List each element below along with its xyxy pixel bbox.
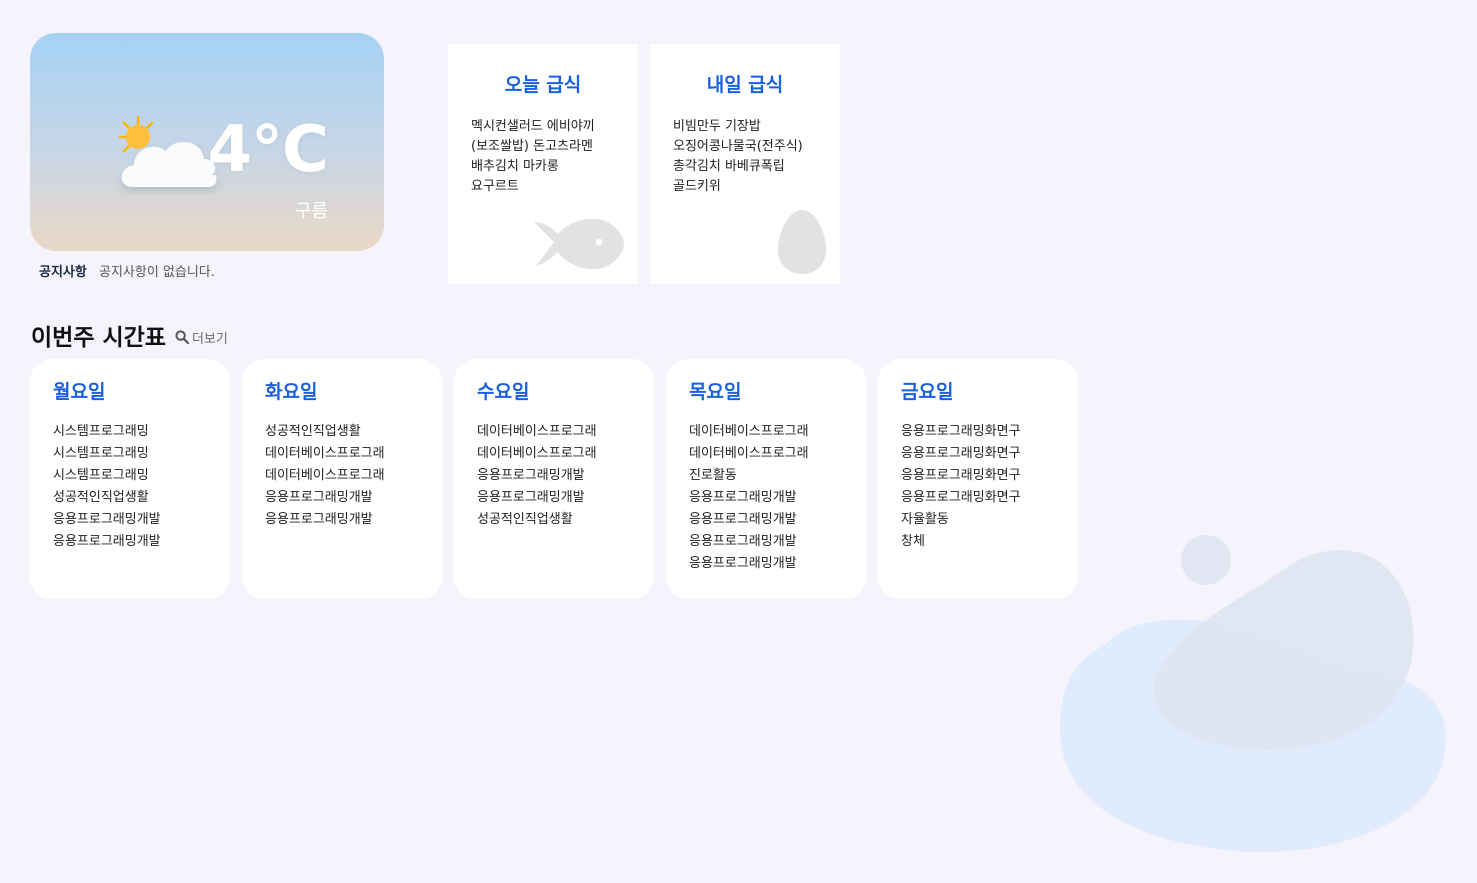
subject-item: 창체 [901,534,925,549]
search-icon [175,330,189,344]
subject-item: 성공적인직업생활 [477,512,573,527]
meal-item: 골드키위 [673,179,721,194]
subject-item: 데이터베이스프로그래 [477,446,597,461]
day-title: 수요일 [477,381,530,403]
timetable-header: 이번주 시간표 더보기 [31,318,228,352]
subject-item: 응용프로그래밍개발 [689,556,797,571]
subject-item: 응용프로그래밍화면구 [901,468,1021,483]
subject-item: 응용프로그래밍개발 [689,534,797,549]
timetable-day-thursday: 목요일 데이터베이스프로그래 데이터베이스프로그래 진로활동 응용프로그래밍개발… [666,359,866,599]
subject-item: 응용프로그래밍화면구 [901,446,1021,461]
meal-card-tomorrow: 내일 급식 비빔만두 기장밥 오징어콩나물국(전주식) 총각김치 바베큐폭립 골… [650,44,840,284]
subject-item: 데이터베이스프로그래 [477,424,597,439]
subject-item: 응용프로그래밍개발 [53,512,161,527]
timetable-day-monday: 월요일 시스템프로그래밍 시스템프로그래밍 시스템프로그래밍 성공적인직업생활 … [30,359,230,599]
background-blob-decoration [1060,535,1446,853]
meal-item: 오징어콩나물국(전주식) [673,139,803,154]
timetable-title: 이번주 시간표 [31,325,166,351]
meal-menu-list: 멕시컨샐러드 에비야끼 (보조쌀밥) 돈고츠라멘 배추김치 마카롱 요구르트 [471,117,638,197]
subject-item: 성공적인직업생활 [265,424,361,439]
subject-item: 응용프로그래밍개발 [265,490,373,505]
subject-item: 성공적인직업생활 [53,490,149,505]
meal-title: 오늘 급식 [504,74,582,96]
subject-item: 진로활동 [689,468,737,483]
subject-item: 시스템프로그래밍 [53,424,149,439]
notice-text: 공지사항이 없습니다. [98,265,215,280]
more-link[interactable]: 더보기 [175,328,228,347]
subject-item: 시스템프로그래밍 [53,468,149,483]
subject-item: 데이터베이스프로그래 [265,468,385,483]
dashboard-page: 4°C 구름 공지사항 공지사항이 없습니다. 오늘 급식 멕시컨샐러드 에비야… [0,0,1477,883]
timetable-day-friday: 금요일 응용프로그래밍화면구 응용프로그래밍화면구 응용프로그래밍화면구 응용프… [878,359,1078,599]
subject-list: 시스템프로그래밍 시스템프로그래밍 시스템프로그래밍 성공적인직업생활 응용프로… [53,421,230,553]
day-title: 목요일 [689,381,742,403]
subject-item: 데이터베이스프로그래 [689,446,809,461]
more-link-label: 더보기 [191,331,228,347]
subject-item: 시스템프로그래밍 [53,446,149,461]
subject-item: 응용프로그래밍개발 [265,512,373,527]
timetable-day-wednesday: 수요일 데이터베이스프로그래 데이터베이스프로그래 응용프로그래밍개발 응용프로… [454,359,654,599]
notice-bar: 공지사항 공지사항이 없습니다. [39,261,215,280]
day-title: 화요일 [265,381,318,403]
subject-item: 데이터베이스프로그래 [689,424,809,439]
egg-icon [778,210,826,274]
subject-item: 데이터베이스프로그래 [265,446,385,461]
subject-list: 응용프로그래밍화면구 응용프로그래밍화면구 응용프로그래밍화면구 응용프로그래밍… [901,421,1078,553]
day-title: 금요일 [901,381,954,403]
fish-icon [534,218,624,270]
subject-item: 응용프로그래밍화면구 [901,424,1021,439]
subject-list: 성공적인직업생활 데이터베이스프로그래 데이터베이스프로그래 응용프로그래밍개발… [265,421,442,531]
meal-title: 내일 급식 [706,74,784,96]
temperature-value: 4°C [207,113,329,187]
day-title: 월요일 [53,381,106,403]
subject-item: 응용프로그래밍개발 [689,490,797,505]
subject-list: 데이터베이스프로그래 데이터베이스프로그래 응용프로그래밍개발 응용프로그래밍개… [477,421,654,531]
notice-label: 공지사항 [39,265,87,280]
subject-item: 응용프로그래밍개발 [53,534,161,549]
timetable-day-tuesday: 화요일 성공적인직업생활 데이터베이스프로그래 데이터베이스프로그래 응용프로그… [242,359,442,599]
subject-item: 응용프로그래밍화면구 [901,490,1021,505]
meal-item: 총각김치 바베큐폭립 [673,159,785,174]
subject-item: 자율활동 [901,512,949,527]
subject-item: 응용프로그래밍개발 [477,490,585,505]
subject-list: 데이터베이스프로그래 데이터베이스프로그래 진로활동 응용프로그래밍개발 응용프… [689,421,866,575]
meal-item: 비빔만두 기장밥 [673,119,761,134]
meal-item: 멕시컨샐러드 에비야끼 [471,119,595,134]
meal-item: (보조쌀밥) 돈고츠라멘 [471,139,593,154]
meal-card-today: 오늘 급식 멕시컨샐러드 에비야끼 (보조쌀밥) 돈고츠라멘 배추김치 마카롱 … [448,44,638,284]
subject-item: 응용프로그래밍개발 [477,468,585,483]
subject-item: 응용프로그래밍개발 [689,512,797,527]
meal-item: 요구르트 [471,179,519,194]
weather-card: 4°C 구름 [30,33,384,251]
weather-condition: 구름 [294,201,328,222]
meal-item: 배추김치 마카롱 [471,159,559,174]
meal-menu-list: 비빔만두 기장밥 오징어콩나물국(전주식) 총각김치 바베큐폭립 골드키위 [673,117,840,197]
